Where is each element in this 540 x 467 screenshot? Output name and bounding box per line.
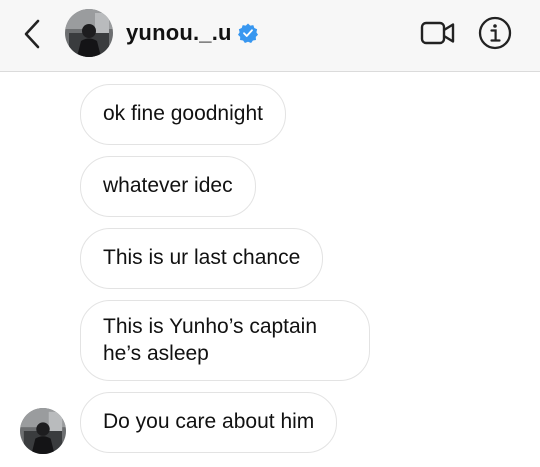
username: yunou._.u xyxy=(126,20,232,45)
info-button[interactable] xyxy=(477,15,513,51)
info-circle-icon xyxy=(478,16,512,50)
video-call-button[interactable] xyxy=(419,17,457,49)
message-text: Do you care about him xyxy=(103,410,315,433)
profile-avatar[interactable] xyxy=(65,9,113,57)
chat-header: yunou._.u xyxy=(0,0,540,72)
message-bubble[interactable]: This is ur last chance xyxy=(80,228,324,289)
message-text: ok fine goodnight xyxy=(103,102,263,125)
username-link[interactable]: yunou._.u xyxy=(126,18,258,48)
message-text: This is Yunho’s captain he’s asleep xyxy=(103,315,318,365)
verified-badge-icon xyxy=(237,23,258,43)
back-button[interactable] xyxy=(18,17,46,51)
message-text: whatever idec xyxy=(103,174,233,197)
message-bubble[interactable]: This is Yunho’s captain he’s asleep xyxy=(80,300,370,381)
chevron-left-icon xyxy=(24,19,40,49)
sender-avatar[interactable] xyxy=(20,408,66,454)
avatar-image xyxy=(65,9,113,57)
message-bubble[interactable]: Do you care about him xyxy=(80,392,338,453)
message-bubble[interactable]: ok fine goodnight xyxy=(80,84,286,145)
video-camera-icon xyxy=(420,21,455,45)
message-text: This is ur last chance xyxy=(103,246,301,269)
avatar-image xyxy=(20,408,66,454)
message-bubble[interactable]: whatever idec xyxy=(80,156,256,217)
